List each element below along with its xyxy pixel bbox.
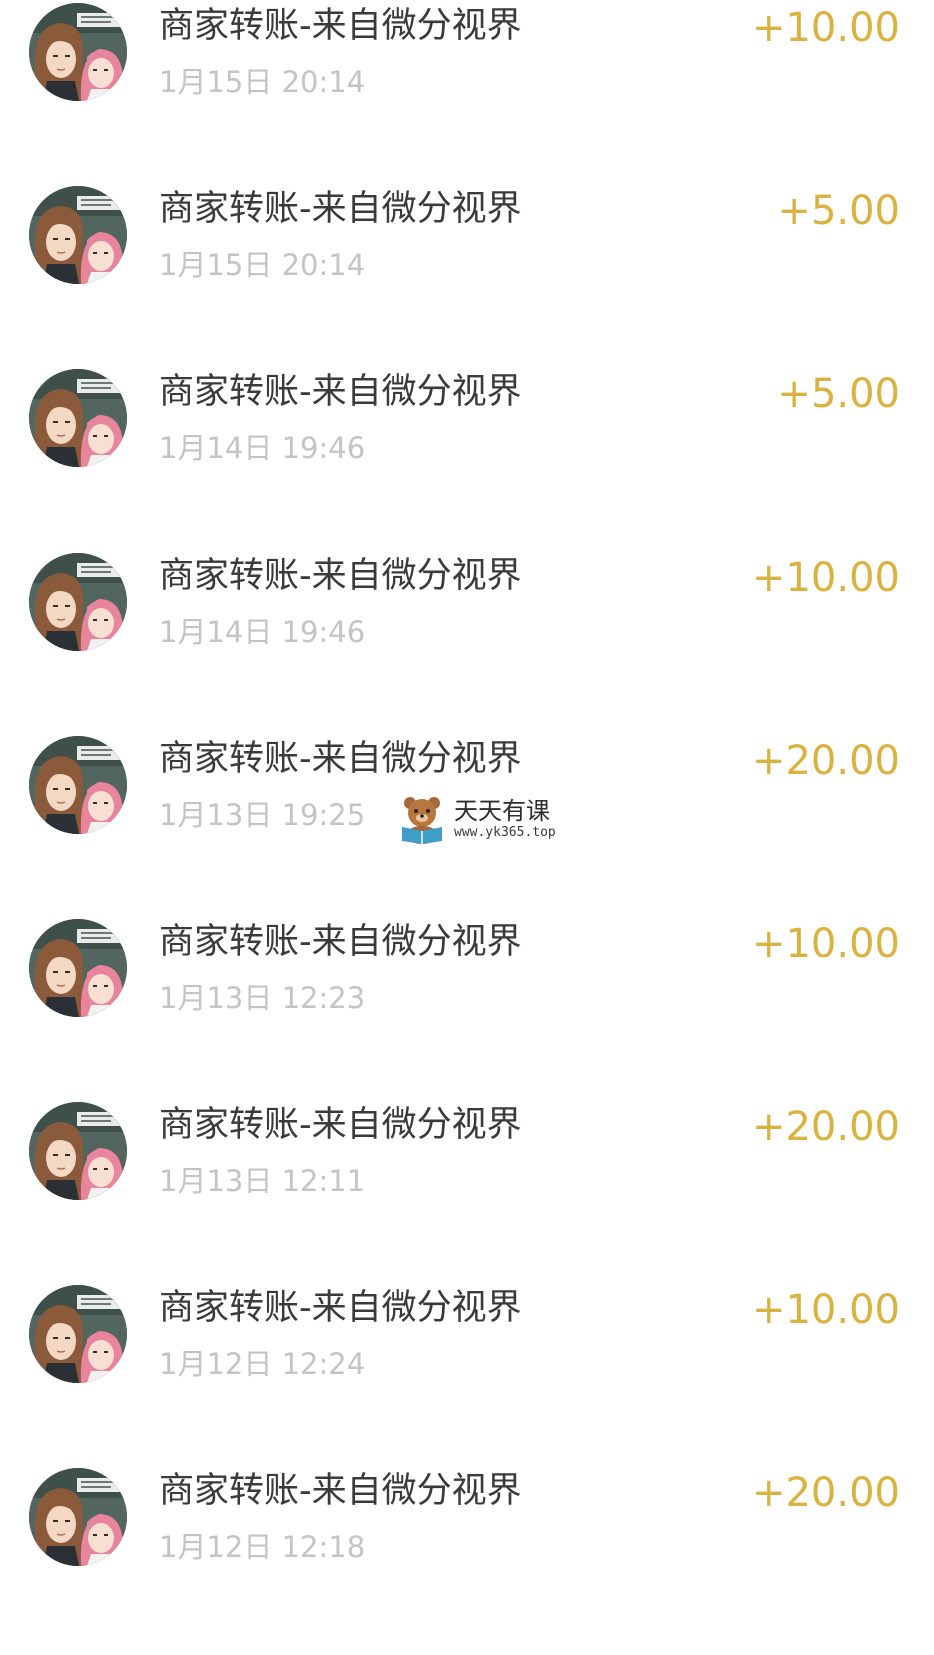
transaction-time: 1月13日 19:25 bbox=[159, 798, 366, 832]
transaction-title: 商家转账-来自微分视界 bbox=[159, 6, 522, 46]
merchant-avatar-icon bbox=[29, 919, 127, 1017]
transaction-title: 商家转账-来自微分视界 bbox=[159, 739, 522, 779]
transaction-amount: +20.00 bbox=[751, 1104, 900, 1150]
merchant-avatar-icon bbox=[29, 1102, 127, 1200]
transaction-time: 1月13日 12:11 bbox=[159, 1164, 366, 1198]
transaction-amount: +10.00 bbox=[751, 555, 900, 601]
transaction-row[interactable]: 商家转账-来自微分视界 1月14日 19:46 +10.00 bbox=[0, 550, 934, 740]
transaction-amount: +20.00 bbox=[751, 1470, 900, 1516]
transaction-row[interactable]: 商家转账-来自微分视界 1月14日 19:46 +5.00 bbox=[0, 366, 934, 556]
watermark-url: www.yk365.top bbox=[454, 825, 556, 840]
transaction-amount: +20.00 bbox=[751, 738, 900, 784]
transaction-row[interactable]: 商家转账-来自微分视界 1月12日 12:18 +20.00 bbox=[0, 1465, 934, 1655]
transaction-time: 1月14日 19:46 bbox=[159, 615, 366, 649]
merchant-avatar-icon bbox=[29, 736, 127, 834]
watermark-title: 天天有课 bbox=[454, 797, 550, 825]
transaction-title: 商家转账-来自微分视界 bbox=[159, 556, 522, 596]
transaction-time: 1月14日 19:46 bbox=[159, 431, 366, 465]
transaction-amount: +10.00 bbox=[751, 1287, 900, 1333]
transaction-title: 商家转账-来自微分视界 bbox=[159, 1471, 522, 1511]
transaction-title: 商家转账-来自微分视界 bbox=[159, 1288, 522, 1328]
merchant-avatar-icon bbox=[29, 186, 127, 284]
transaction-title: 商家转账-来自微分视界 bbox=[159, 189, 522, 229]
merchant-avatar-icon bbox=[29, 369, 127, 467]
transaction-row[interactable]: 商家转账-来自微分视界 1月15日 20:14 +10.00 bbox=[0, 0, 934, 190]
transaction-row[interactable]: 商家转账-来自微分视界 1月13日 12:11 +20.00 bbox=[0, 1099, 934, 1289]
transaction-time: 1月13日 12:23 bbox=[159, 981, 366, 1015]
merchant-avatar-icon bbox=[29, 1468, 127, 1566]
transaction-title: 商家转账-来自微分视界 bbox=[159, 1105, 522, 1145]
transaction-time: 1月12日 12:24 bbox=[159, 1347, 366, 1381]
transaction-row[interactable]: 商家转账-来自微分视界 1月13日 12:23 +10.00 bbox=[0, 916, 934, 1106]
transaction-amount: +5.00 bbox=[777, 371, 900, 417]
transaction-time: 1月15日 20:14 bbox=[159, 248, 366, 282]
transaction-amount: +10.00 bbox=[751, 921, 900, 967]
transaction-time: 1月12日 12:18 bbox=[159, 1530, 366, 1564]
transaction-row[interactable]: 商家转账-来自微分视界 1月12日 12:24 +10.00 bbox=[0, 1282, 934, 1472]
merchant-avatar-icon bbox=[29, 3, 127, 101]
watermark: 天天有课 www.yk365.top bbox=[392, 793, 560, 845]
bear-reading-icon bbox=[402, 797, 442, 844]
transaction-title: 商家转账-来自微分视界 bbox=[159, 922, 522, 962]
transaction-row[interactable]: 商家转账-来自微分视界 1月15日 20:14 +5.00 bbox=[0, 183, 934, 373]
transaction-time: 1月15日 20:14 bbox=[159, 65, 366, 99]
merchant-avatar-icon bbox=[29, 553, 127, 651]
transaction-amount: +5.00 bbox=[777, 188, 900, 234]
transaction-amount: +10.00 bbox=[751, 5, 900, 51]
transaction-title: 商家转账-来自微分视界 bbox=[159, 372, 522, 412]
merchant-avatar-icon bbox=[29, 1285, 127, 1383]
